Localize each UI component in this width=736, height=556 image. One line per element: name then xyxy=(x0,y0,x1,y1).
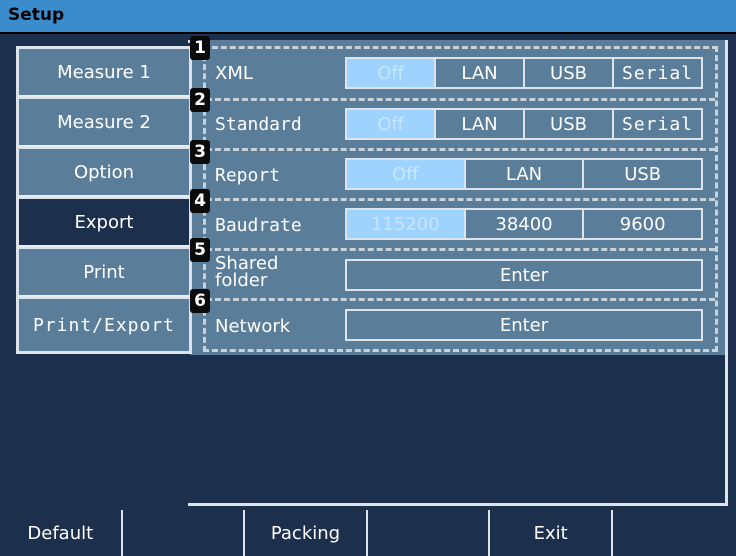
report-output-selector: Off LAN USB xyxy=(345,158,703,190)
function-key-bar: Default Packing Exit xyxy=(0,510,736,556)
tab-print[interactable]: Print xyxy=(19,249,189,297)
xml-output-selector: Off LAN USB Serial xyxy=(345,57,703,89)
function-key-4[interactable] xyxy=(368,510,491,556)
xml-lan-button[interactable]: LAN xyxy=(436,59,525,87)
window-title: Setup xyxy=(8,5,65,25)
shared-folder-enter-button[interactable]: Enter xyxy=(347,261,701,289)
report-off-button[interactable]: Off xyxy=(347,160,466,188)
tab-option[interactable]: Option xyxy=(19,149,189,197)
baudrate-38400-button[interactable]: 38400 xyxy=(466,210,585,238)
row-divider xyxy=(206,198,715,201)
shared-folder-label-line2: folder xyxy=(215,270,268,291)
exit-button[interactable]: Exit xyxy=(490,510,613,556)
packing-button[interactable]: Packing xyxy=(245,510,368,556)
network-label: Network xyxy=(215,316,291,337)
shared-folder-label: Shared folder xyxy=(215,255,278,291)
standard-off-button[interactable]: Off xyxy=(347,110,436,138)
sidebar-tabs: Measure 1 Measure 2 Option Export Print … xyxy=(16,46,192,354)
row-divider xyxy=(206,148,715,151)
standard-usb-button[interactable]: USB xyxy=(525,110,614,138)
xml-usb-button[interactable]: USB xyxy=(525,59,614,87)
network-enter-button[interactable]: Enter xyxy=(347,311,701,339)
shared-folder-control: Enter xyxy=(345,259,703,291)
baudrate-selector: 115200 38400 9600 xyxy=(345,208,703,240)
default-button[interactable]: Default xyxy=(0,510,123,556)
callout-badge: 4 xyxy=(190,189,210,213)
xml-label: XML xyxy=(215,63,253,84)
standard-output-selector: Off LAN USB Serial xyxy=(345,108,703,140)
callout-badge: 2 xyxy=(190,88,210,112)
function-key-2[interactable] xyxy=(123,510,246,556)
report-lan-button[interactable]: LAN xyxy=(466,160,585,188)
xml-off-button[interactable]: Off xyxy=(347,59,436,87)
baudrate-115200-button[interactable]: 115200 xyxy=(347,210,466,238)
row-divider xyxy=(206,298,715,301)
tab-measure-1[interactable]: Measure 1 xyxy=(19,49,189,97)
report-label: Report xyxy=(215,165,281,186)
report-usb-button[interactable]: USB xyxy=(584,160,701,188)
function-key-6[interactable] xyxy=(613,510,736,556)
standard-serial-button[interactable]: Serial xyxy=(614,110,701,138)
callout-badge: 5 xyxy=(190,238,210,262)
row-divider xyxy=(206,98,715,101)
callout-badge: 3 xyxy=(190,140,210,164)
tab-export[interactable]: Export xyxy=(19,199,189,247)
standard-label: Standard xyxy=(215,114,302,135)
standard-lan-button[interactable]: LAN xyxy=(436,110,525,138)
baudrate-9600-button[interactable]: 9600 xyxy=(584,210,701,238)
row-divider xyxy=(206,248,715,251)
baudrate-label: Baudrate xyxy=(215,215,302,236)
xml-serial-button[interactable]: Serial xyxy=(614,59,701,87)
tab-measure-2[interactable]: Measure 2 xyxy=(19,99,189,147)
tab-print-export[interactable]: Print/Export xyxy=(19,299,189,351)
title-bar: Setup xyxy=(0,0,736,34)
callout-badge: 6 xyxy=(190,289,210,313)
network-control: Enter xyxy=(345,309,703,341)
callout-badge: 1 xyxy=(190,36,210,60)
